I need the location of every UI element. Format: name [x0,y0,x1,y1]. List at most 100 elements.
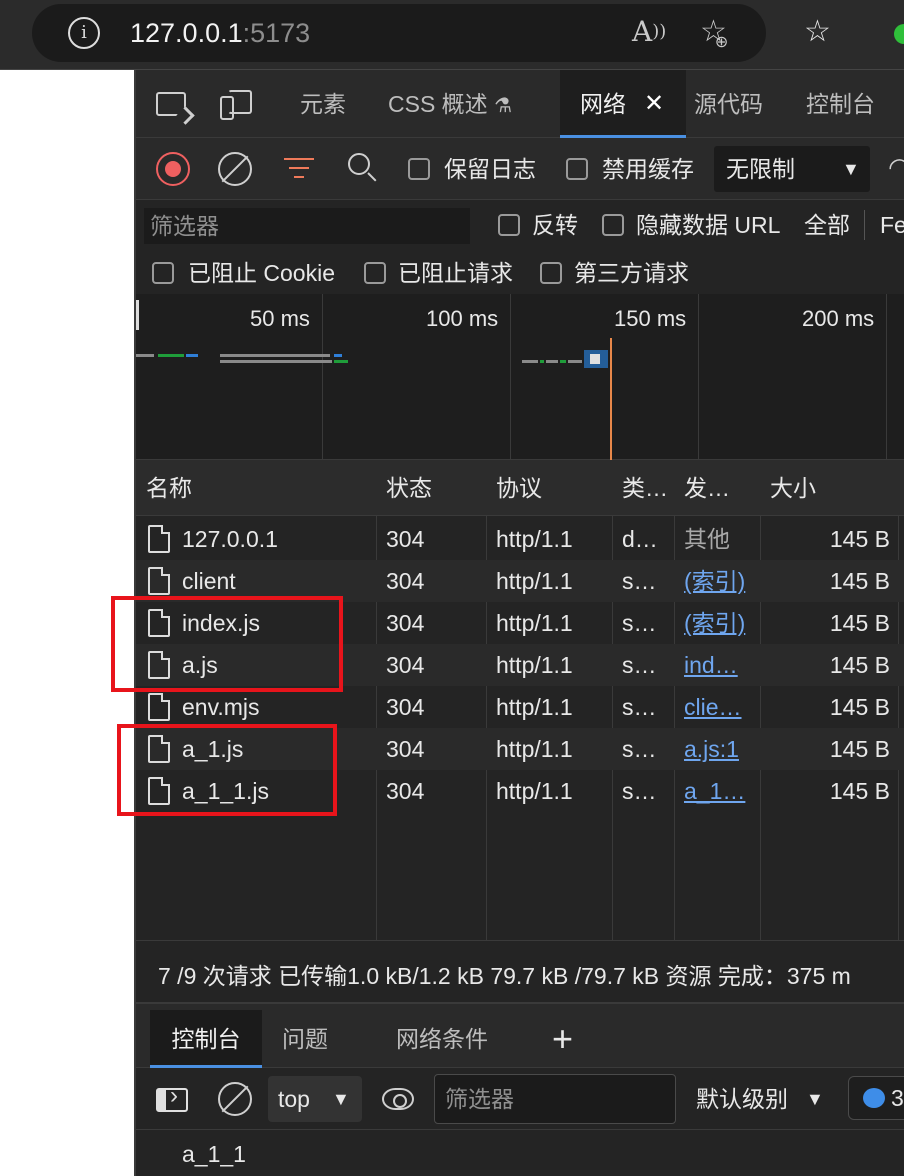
record-icon[interactable] [156,152,190,186]
cell-initiator: 其他 [684,526,730,552]
throttling-select[interactable]: 无限制 ▼ [714,146,870,192]
network-toolbar: 保留日志 禁用缓存 无限制 ▼ ◠ [136,138,904,200]
live-expression-eye-icon[interactable] [382,1088,414,1110]
file-icon [148,525,170,553]
hide-data-urls-checkbox[interactable] [602,214,624,236]
cell-protocol: http/1.1 [496,694,573,720]
drawer-tab-issues[interactable]: 问题 [282,1010,328,1068]
column-header-size[interactable]: 大小 [770,460,894,516]
cell-status: 304 [386,778,425,804]
profile-status-icon[interactable] [894,24,904,44]
waterfall-bar [334,354,342,357]
network-overview-timeline[interactable]: 50 ms 100 ms 150 ms 200 ms [136,294,904,460]
disable-cache-checkbox[interactable] [566,158,588,180]
table-header: 名称 状态 协议 类… 发… 大小 [136,460,904,516]
cell-size: 145 B [829,526,890,552]
tab-sources[interactable]: 源代码 [694,70,763,138]
waterfall-bar [540,360,544,363]
drawer-tabbar: 控制台 问题 网络条件 + [136,1004,904,1068]
flask-icon: ⚗ [494,95,513,117]
timeline-tick-label: 200 ms [802,306,875,331]
cell-initiator[interactable]: clie… [684,686,754,728]
context-value: top [278,1086,310,1112]
cell-type: s… [622,736,657,762]
context-select[interactable]: top ▼ [268,1076,362,1122]
cell-size: 145 B [829,568,890,594]
cell-initiator[interactable]: (索引) [684,560,754,602]
sidebar-toggle-icon[interactable] [156,1082,188,1112]
column-header-protocol[interactable]: 协议 [496,460,608,516]
cell-type: s… [622,610,657,636]
tab-elements[interactable]: 元素 [300,70,346,138]
tab-console[interactable]: 控制台 [806,70,875,138]
invert-label: 反转 [532,212,578,238]
url-port: :5173 [242,18,311,48]
drawer-tab-console[interactable]: 控制台 [150,1010,262,1068]
waterfall-bar [560,360,566,363]
cell-initiator[interactable]: (索引) [684,602,754,644]
info-icon[interactable]: i [68,17,100,49]
cell-protocol: http/1.1 [496,526,573,552]
read-aloud-icon[interactable]: A)) [632,13,666,51]
console-filter-input[interactable] [434,1074,676,1124]
cell-type: d… [622,526,658,552]
cell-size: 145 B [829,610,890,636]
network-filter-input[interactable] [144,208,470,244]
waterfall-bar [334,360,348,363]
cell-initiator[interactable]: a_1… [684,770,754,812]
tab-css-overview[interactable]: CSS 概述 ⚗ [388,70,512,138]
cell-type: s… [622,568,657,594]
file-icon [148,567,170,595]
column-header-type[interactable]: 类… [622,460,672,516]
cell-status: 304 [386,610,425,636]
clear-icon[interactable] [218,152,252,186]
issues-counter-button[interactable]: 3 [848,1076,904,1120]
table-row[interactable]: 127.0.0.1 304 http/1.1 d… 其他 145 B [136,518,904,560]
cell-type: s… [622,652,657,678]
cell-initiator[interactable]: ind… [684,644,754,686]
invert-checkbox[interactable] [498,214,520,236]
search-icon[interactable] [348,153,378,183]
cell-protocol: http/1.1 [496,568,573,594]
favorites-icon[interactable]: ☆ [804,13,831,51]
divider [864,210,865,240]
type-filter-fetch[interactable]: Fe [880,210,904,240]
cell-initiator[interactable]: a.js:1 [684,728,754,770]
clear-console-icon[interactable] [218,1082,252,1116]
filter-icon[interactable] [284,156,314,180]
blocked-cookies-checkbox[interactable] [152,262,174,284]
cell-status: 304 [386,526,425,552]
add-tab-button[interactable]: + [552,1010,573,1068]
third-party-label: 第三方请求 [574,260,689,286]
log-level-select[interactable]: 默认级别 ▼ [694,1076,834,1122]
close-icon[interactable]: ✕ [644,70,664,138]
waterfall-bar [590,354,600,364]
column-header-status[interactable]: 状态 [386,460,482,516]
network-conditions-icon[interactable]: ◠ [888,152,904,183]
tab-network-label: 网络 [580,91,626,117]
column-header-initiator[interactable]: 发… [684,460,756,516]
add-favorite-icon[interactable]: ☆⊕ [700,13,740,56]
device-emulation-icon[interactable] [220,90,252,120]
third-party-checkbox[interactable] [540,262,562,284]
blocked-requests-label: 已阻止请求 [398,260,513,286]
timeline-selection-handle[interactable] [136,300,139,330]
cell-size: 145 B [829,694,890,720]
cell-protocol: http/1.1 [496,736,573,762]
drawer-tab-network-conditions[interactable]: 网络条件 [396,1010,488,1068]
cell-size: 145 B [829,652,890,678]
preserve-log-checkbox[interactable] [408,158,430,180]
type-filter-all[interactable]: 全部 [804,210,850,240]
url-text[interactable]: 127.0.0.1:5173 [130,17,310,49]
disable-cache-label: 禁用缓存 [602,156,694,182]
inspect-element-icon[interactable] [156,92,186,116]
blocked-requests-checkbox[interactable] [364,262,386,284]
preserve-log-label: 保留日志 [444,156,536,182]
table-row[interactable]: env.mjs 304 http/1.1 s… clie… 145 B [136,686,904,728]
cell-size: 145 B [829,778,890,804]
timeline-gridline [510,294,511,460]
column-header-name[interactable]: 名称 [146,460,372,516]
waterfall-bar [220,360,332,363]
timeline-tick-label: 50 ms [250,306,310,331]
tab-network[interactable]: 网络 ✕ [560,70,686,138]
